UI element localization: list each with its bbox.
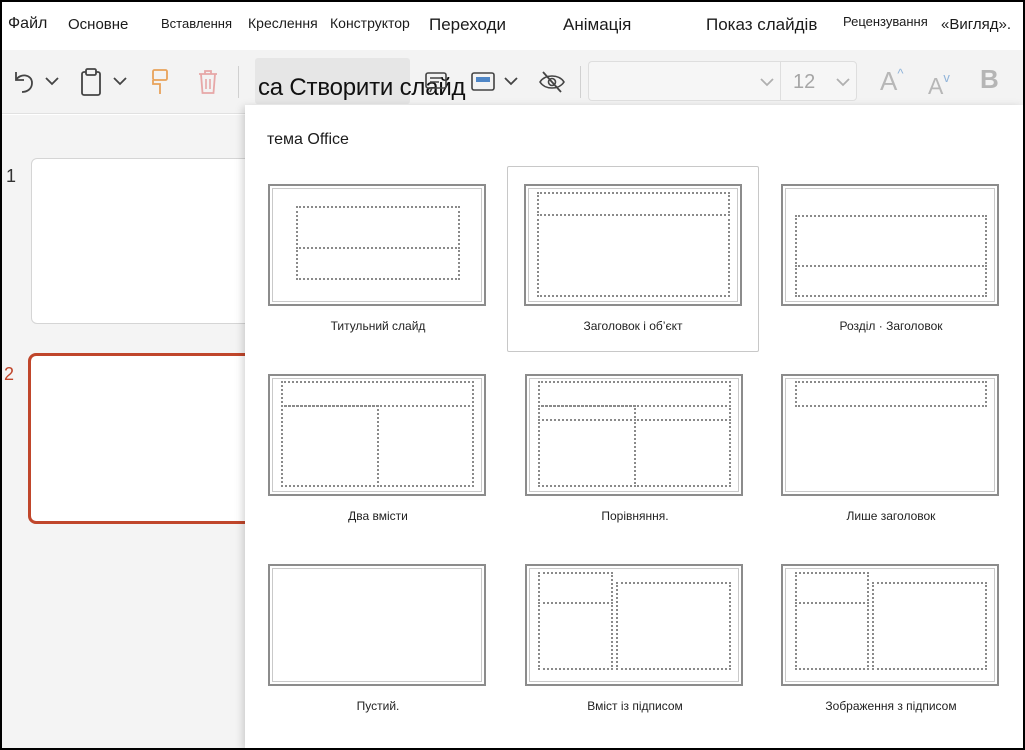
undo-dropdown[interactable]: [44, 75, 60, 87]
layout-title-and-content[interactable]: Заголовок і об’єкт: [507, 166, 759, 352]
layout-blank[interactable]: Пустий.: [252, 547, 504, 733]
chevron-down-icon: [836, 78, 850, 87]
toolbar-separator: [580, 66, 581, 98]
format-painter-button[interactable]: [150, 67, 170, 97]
slide-thumbnail-1[interactable]: [31, 158, 261, 324]
layout-title-slide[interactable]: Титульний слайд: [252, 167, 504, 353]
layout-preview: [524, 184, 742, 306]
chevron-down-icon: [760, 78, 774, 87]
menu-view[interactable]: «Вигляд».: [941, 16, 1011, 33]
paste-button[interactable]: [80, 67, 102, 97]
section-button[interactable]: [470, 70, 496, 94]
layout-preview: [268, 374, 486, 496]
section-dropdown[interactable]: [503, 75, 519, 87]
gallery-theme-title: тема Office: [267, 131, 349, 148]
chevron-down-icon: [113, 77, 127, 86]
layout-picture-with-caption[interactable]: Зображення з підписом: [765, 547, 1017, 733]
menu-home[interactable]: Основне: [68, 16, 128, 33]
layout-icon: [425, 72, 447, 93]
menu-file[interactable]: Файл: [8, 15, 47, 33]
content-placeholder: [537, 214, 730, 297]
layout-preview: [525, 374, 743, 496]
layout-content-with-caption[interactable]: Вміст із підписом: [509, 547, 761, 733]
clipboard-icon: [81, 68, 101, 96]
layout-button[interactable]: [424, 70, 448, 94]
caret-down-icon: v: [943, 70, 950, 85]
layout-label: Порівняння.: [601, 509, 669, 523]
title-placeholder: [537, 192, 730, 216]
layout-label: Лише заголовок: [846, 509, 936, 523]
title-placeholder: [281, 381, 474, 407]
menu-bar: Файл Основне Вставлення Креслення Констр…: [0, 0, 1025, 50]
layout-preview: [268, 184, 486, 306]
right-content-placeholder: [634, 419, 731, 487]
layout-label: Два вмісти: [348, 509, 408, 523]
chevron-down-icon: [504, 77, 518, 86]
left-content-placeholder: [538, 419, 636, 487]
layout-label: Вміст із підписом: [587, 699, 683, 713]
title-placeholder: [795, 215, 987, 267]
content-placeholder: [616, 582, 731, 670]
title-placeholder: [538, 381, 731, 407]
menu-animations[interactable]: Анімація: [563, 15, 631, 35]
menu-design[interactable]: Конструктор: [330, 15, 410, 31]
font-size-select[interactable]: 12: [780, 61, 857, 101]
caption-title-placeholder: [795, 572, 869, 604]
toolbar-separator: [238, 66, 239, 98]
slide-number: 2: [4, 364, 15, 384]
title-placeholder: [296, 206, 460, 249]
right-content-placeholder: [377, 405, 474, 487]
layout-label: Розділ · Заголовок: [839, 319, 943, 333]
chevron-down-icon: [45, 77, 59, 86]
menu-insert[interactable]: Вставлення: [161, 16, 232, 31]
layout-gallery: тема Office Титульний слайд Заголовок і …: [245, 105, 1023, 748]
grow-font-button[interactable]: A^: [880, 66, 903, 97]
layout-section-header[interactable]: Розділ · Заголовок: [765, 167, 1017, 353]
caption-title-placeholder: [538, 572, 613, 604]
slide-thumbnail-2[interactable]: [28, 353, 264, 524]
undo-button[interactable]: [10, 68, 36, 96]
menu-transitions[interactable]: Переходи: [429, 15, 506, 35]
layout-preview: [525, 564, 743, 686]
shrink-font-label: A: [928, 73, 944, 99]
layout-label: Титульний слайд: [330, 319, 426, 333]
menu-review[interactable]: Рецензування: [843, 14, 928, 29]
hide-slide-button[interactable]: [538, 70, 566, 94]
font-size-value: 12: [793, 71, 816, 93]
layout-preview: [781, 564, 999, 686]
layout-label: Заголовок і об’єкт: [583, 319, 683, 333]
paintbrush-icon: [152, 69, 168, 94]
layout-comparison[interactable]: Порівняння.: [509, 357, 761, 543]
section-icon: [471, 72, 495, 91]
picture-placeholder: [872, 582, 987, 670]
delete-slide-button[interactable]: [196, 68, 220, 96]
caret-up-icon: ^: [897, 66, 904, 81]
eye-hidden-icon: [539, 71, 565, 93]
layout-label: Зображення з підписом: [825, 699, 957, 713]
layout-preview: [781, 374, 999, 496]
layout-title-only[interactable]: Лише заголовок: [765, 357, 1017, 543]
paste-dropdown[interactable]: [112, 75, 128, 87]
title-placeholder: [795, 381, 987, 407]
shrink-font-button[interactable]: Av: [928, 70, 950, 100]
caption-text-placeholder: [538, 602, 613, 670]
layout-label: Пустий.: [356, 699, 400, 713]
left-content-placeholder: [281, 405, 379, 487]
bold-button[interactable]: B: [980, 64, 999, 95]
text-placeholder: [795, 265, 987, 297]
caption-text-placeholder: [795, 602, 869, 670]
menu-slideshow[interactable]: Показ слайдів: [706, 15, 817, 35]
trash-icon: [199, 70, 217, 94]
grow-font-label: A: [880, 66, 898, 96]
slide-number: 1: [6, 166, 17, 186]
font-name-select[interactable]: [588, 61, 780, 101]
undo-icon: [15, 72, 33, 93]
layout-preview: [781, 184, 999, 306]
menu-draw[interactable]: Креслення: [248, 15, 318, 31]
layout-preview: [268, 564, 486, 686]
subtitle-placeholder: [296, 247, 460, 280]
layout-two-content[interactable]: Два вмісти: [252, 357, 504, 543]
